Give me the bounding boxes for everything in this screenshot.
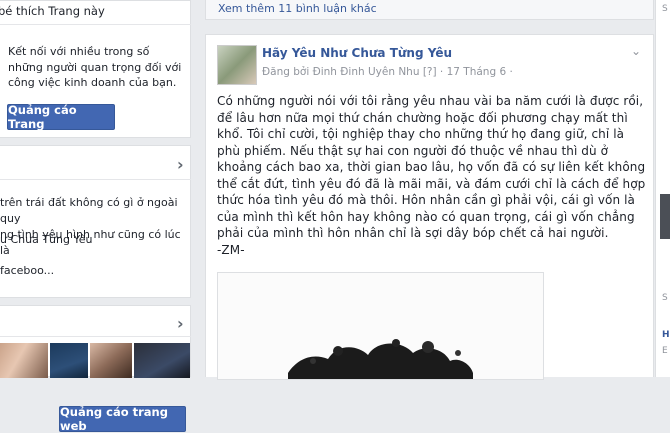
page-name-link[interactable]: Hãy Yêu Như Chưa Từng Yêu [262, 46, 452, 60]
ad-url: faceboo... [0, 264, 55, 277]
divider [0, 179, 191, 180]
photo-thumbnail[interactable] [90, 343, 132, 378]
right-block [660, 194, 670, 239]
see-more-comments-link[interactable]: Xem thêm 11 bình luận khác [218, 2, 377, 15]
post-meta: Đăng bởi Đinh Đinh Uyên Nhu [?] · 17 Thá… [262, 66, 513, 78]
photo-card: › [0, 305, 191, 378]
chevron-right-icon[interactable]: › [177, 314, 184, 333]
right-link[interactable]: H [662, 330, 670, 340]
divider [0, 24, 191, 25]
promote-website-button[interactable]: Quảng cáo trang web [59, 405, 186, 433]
right-column: S S H E [655, 0, 670, 377]
photo-thumbnail[interactable] [0, 343, 48, 378]
divider [0, 336, 191, 337]
chevron-down-icon[interactable]: ⌄ [631, 44, 641, 58]
post-signature: -ZM- [217, 242, 245, 257]
post-card: Hãy Yêu Như Chưa Từng Yêu Đăng bởi Đinh … [205, 34, 654, 380]
ad-page-name: ư Chưa Từng Yêu [0, 233, 93, 246]
ad-preview-card: › trên trái đất không có gì ở ngoài quy … [0, 145, 191, 433]
ad-text-line-1: trên trái đất không có gì ở ngoài quy [0, 196, 178, 225]
ink-splash-image [218, 273, 543, 379]
promote-page-button[interactable]: Quảng cáo Trang [7, 103, 115, 131]
post-image[interactable] [217, 272, 544, 380]
left-column: bé thích Trang này Kết nối với nhiều tro… [0, 0, 192, 433]
right-label: S [662, 4, 668, 14]
right-label: S [662, 293, 668, 303]
photo-thumbnail[interactable] [134, 343, 190, 378]
page-avatar[interactable] [217, 45, 257, 85]
page-promo-card: bé thích Trang này Kết nối với nhiều tro… [0, 0, 191, 138]
ad-text: trên trái đất không có gì ở ngoài quy ng… [0, 195, 186, 259]
promo-text: Kết nối với nhiều trong số những người q… [8, 45, 182, 89]
like-page-text: bé thích Trang này [0, 4, 105, 18]
chevron-right-icon[interactable]: › [177, 155, 184, 174]
post-text: Có những người nói với tôi rằng yêu nhau… [217, 93, 649, 258]
right-label: E [662, 346, 668, 356]
photo-thumbnail[interactable] [50, 343, 88, 378]
post-body-text: Có những người nói với tôi rằng yêu nhau… [217, 94, 646, 240]
comments-bar: Xem thêm 11 bình luận khác [205, 0, 654, 20]
